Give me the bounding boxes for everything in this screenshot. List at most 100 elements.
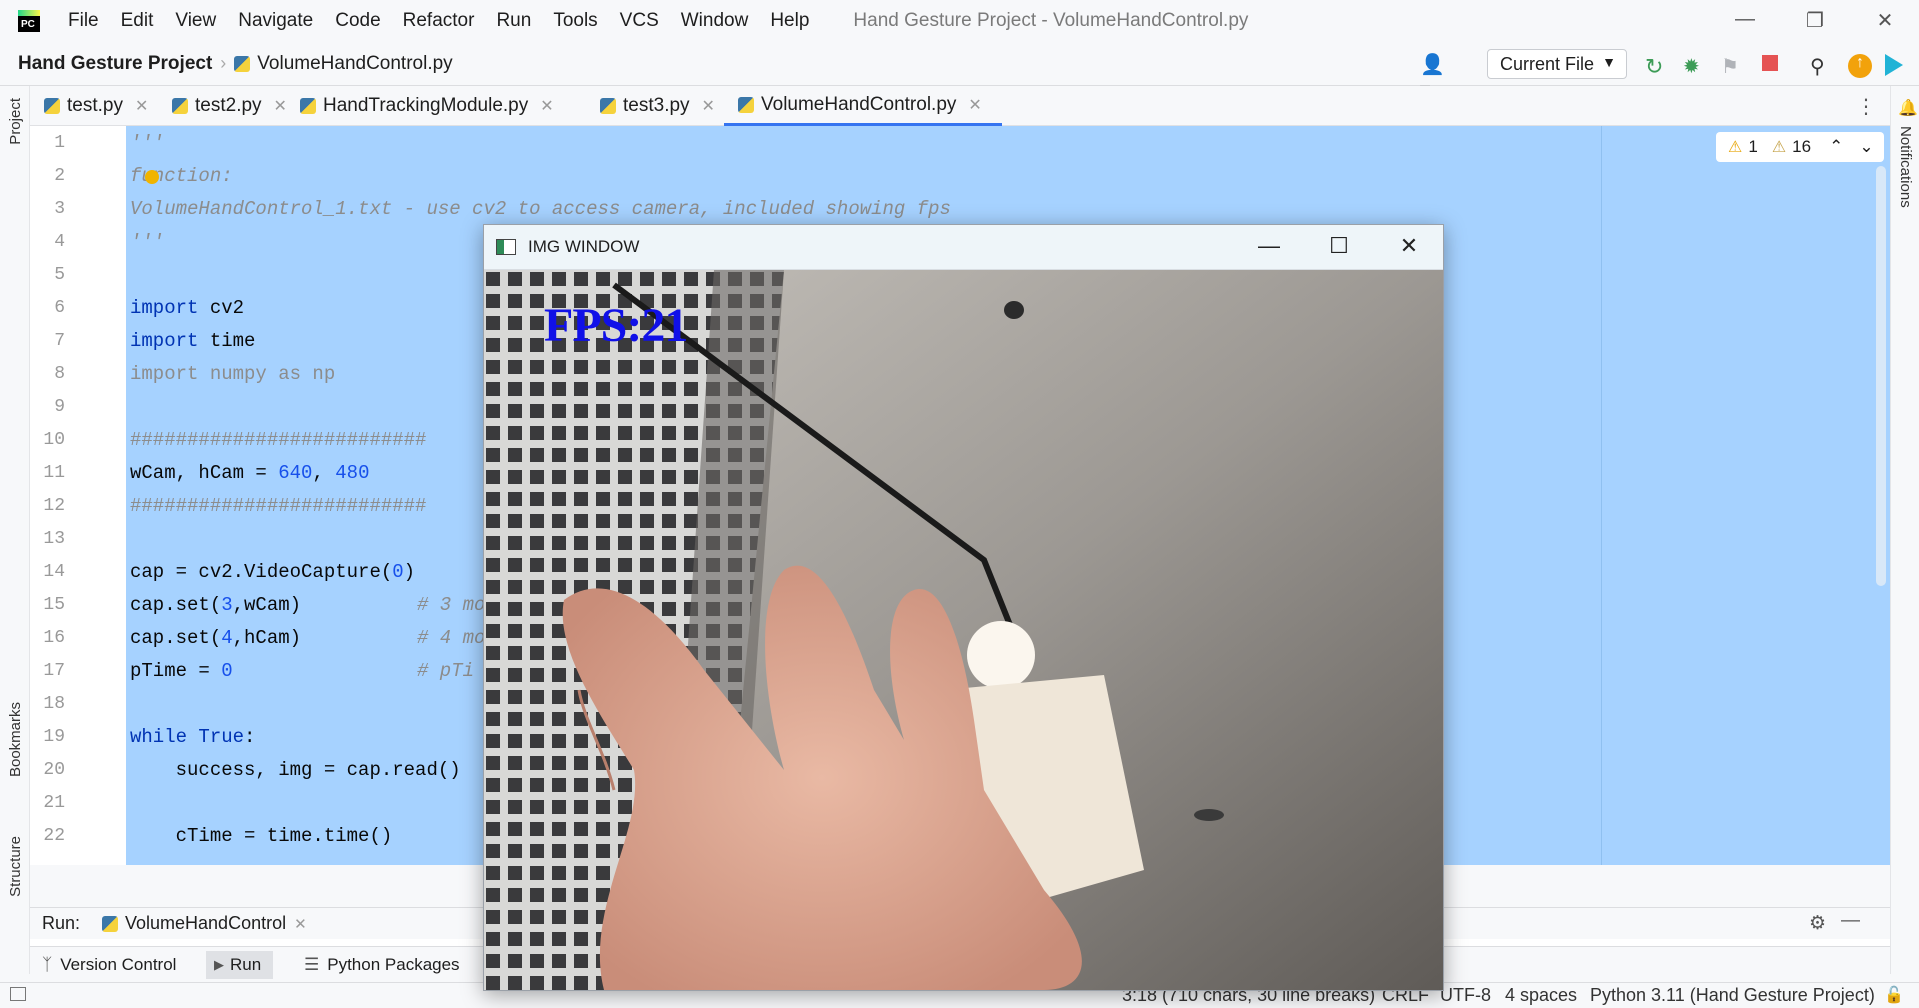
inspections-widget[interactable]: ⚠ 1 ⚠ 16 ⌃ ⌄ <box>1716 132 1884 162</box>
editor-tab-bar: test.py ✕ test2.py ✕ HandTrackingModule.… <box>30 86 1890 126</box>
code-line: VolumeHandControl_1.txt - use cv2 to acc… <box>130 198 951 220</box>
toggle-tool-windows-icon[interactable] <box>10 987 26 1001</box>
fps-overlay: FPS:21 <box>544 299 688 352</box>
more-options-icon[interactable]: ⋮ <box>1856 94 1876 119</box>
weak-warning-count: 16 <box>1792 137 1812 156</box>
indent-setting[interactable]: 4 spaces <box>1505 985 1577 1006</box>
line-number: 13 <box>43 529 65 549</box>
gear-icon[interactable]: ⚙ <box>1809 912 1826 935</box>
python-file-icon <box>300 98 316 114</box>
branch-icon: ᛉ <box>42 955 53 974</box>
minimize-icon[interactable]: — <box>1730 8 1760 34</box>
code-line: while True: <box>130 726 255 748</box>
img-window[interactable]: IMG WINDOW — ☐ ✕ FPS:21 <box>483 224 1444 991</box>
chevron-right-icon: › <box>220 53 227 73</box>
code-text: cv2 <box>198 297 245 319</box>
tab-test3-py[interactable]: test3.py ✕ <box>586 86 715 126</box>
number-literal: 480 <box>335 462 370 484</box>
line-number: 4 <box>54 232 65 252</box>
menu-navigate[interactable]: Navigate <box>238 10 313 32</box>
close-tab-icon[interactable]: ✕ <box>135 96 148 116</box>
menu-refactor[interactable]: Refactor <box>403 10 475 32</box>
code-line: import time <box>130 330 255 352</box>
breadcrumb-file[interactable]: VolumeHandControl.py <box>257 53 452 75</box>
tab-handtrackingmodule-py[interactable]: HandTrackingModule.py ✕ <box>286 86 554 126</box>
tab-test2-py[interactable]: test2.py ✕ <box>158 86 287 126</box>
layers-icon: ☰ <box>304 955 320 974</box>
line-number: 2 <box>54 166 65 186</box>
minimize-icon[interactable]: — <box>1249 233 1289 263</box>
line-number: 8 <box>54 364 65 384</box>
next-highlight-icon[interactable]: ⌄ <box>1859 137 1873 157</box>
number-literal: 0 <box>392 561 404 583</box>
menu-view[interactable]: View <box>175 10 216 32</box>
close-tab-icon[interactable]: ✕ <box>540 96 553 116</box>
close-tab-icon[interactable]: ✕ <box>274 96 287 116</box>
menu-window[interactable]: Window <box>681 10 749 32</box>
run-config-select[interactable]: Current File ▼ <box>1487 49 1627 79</box>
img-window-titlebar[interactable]: IMG WINDOW — ☐ ✕ <box>484 225 1443 270</box>
menu-run[interactable]: Run <box>496 10 531 32</box>
close-tab-icon[interactable]: ✕ <box>702 96 715 116</box>
tab-test-py[interactable]: test.py ✕ <box>30 86 148 126</box>
pycharm-logo-icon[interactable]: PC <box>18 10 40 32</box>
run-tab[interactable]: VolumeHandControl ✕ <box>102 913 307 934</box>
menu-tools[interactable]: Tools <box>553 10 597 32</box>
run-button[interactable]: ▶ Run <box>206 951 274 979</box>
version-control-button[interactable]: ᛉ Version Control <box>34 951 188 979</box>
bell-icon[interactable]: 🔔 <box>1898 98 1918 118</box>
structure-tool-button[interactable]: Structure <box>7 836 24 897</box>
menu-code[interactable]: Code <box>335 10 380 32</box>
intention-bulb-icon[interactable] <box>145 170 159 184</box>
menu-vcs[interactable]: VCS <box>620 10 659 32</box>
hide-icon[interactable]: — <box>1841 910 1860 932</box>
debug-icon[interactable]: ✹ <box>1683 54 1705 78</box>
previous-highlight-icon[interactable]: ⌃ <box>1829 137 1843 157</box>
number-literal: 3 <box>221 594 233 616</box>
python-file-icon <box>600 98 616 114</box>
editor-scrollbar[interactable] <box>1876 166 1886 586</box>
jetbrains-ai-icon[interactable] <box>1885 54 1903 76</box>
menu-edit[interactable]: Edit <box>121 10 154 32</box>
restore-icon[interactable]: ❐ <box>1800 8 1830 34</box>
menu-file[interactable]: File <box>68 10 99 32</box>
code-text: ) <box>403 561 416 583</box>
lock-icon[interactable]: 🔓 <box>1884 985 1904 1005</box>
breadcrumb-project[interactable]: Hand Gesture Project <box>18 53 212 75</box>
tab-volumehandcontrol-py[interactable]: VolumeHandControl.py ✕ <box>724 86 1002 126</box>
editor-right-area <box>1601 126 1890 865</box>
close-icon[interactable]: ✕ <box>1389 233 1429 263</box>
code-line: cap.set(4,hCam) <box>130 627 301 649</box>
user-icon[interactable]: 👤▾ <box>1420 52 1445 101</box>
left-tool-stripe: Project Bookmarks Structure <box>0 86 30 974</box>
close-icon[interactable]: ✕ <box>1870 8 1900 34</box>
search-icon[interactable]: ⚲ <box>1810 54 1832 78</box>
close-tab-icon[interactable]: ✕ <box>294 916 307 933</box>
maximize-icon[interactable]: ☐ <box>1319 233 1359 263</box>
run-button-label: Run <box>230 955 262 974</box>
camera-scene <box>484 270 1443 990</box>
line-number: 5 <box>54 265 65 285</box>
code-text: cap.set( <box>130 627 222 649</box>
python-packages-button[interactable]: ☰ Python Packages <box>296 951 472 979</box>
menu-help[interactable]: Help <box>770 10 809 32</box>
bookmarks-tool-button[interactable]: Bookmarks <box>7 702 24 777</box>
update-icon[interactable]: ↑ <box>1848 54 1872 78</box>
stop-icon[interactable] <box>1762 55 1778 71</box>
run-label: Run: <box>42 913 81 933</box>
close-tab-icon[interactable]: ✕ <box>968 95 981 115</box>
coverage-icon[interactable]: ⚑ <box>1721 54 1743 78</box>
line-number: 18 <box>43 694 65 714</box>
code-text: ,wCam) <box>232 594 302 616</box>
code-line: import cv2 <box>130 297 244 319</box>
notifications-tool-button[interactable]: Notifications <box>1897 126 1914 208</box>
window-title: Hand Gesture Project - VolumeHandControl… <box>853 10 1249 31</box>
file-encoding[interactable]: UTF-8 <box>1440 985 1491 1006</box>
code-line: success, img = cap.read() <box>130 759 461 781</box>
rerun-icon[interactable]: ↻ <box>1645 54 1667 79</box>
project-tool-button[interactable]: Project <box>7 98 24 145</box>
python-interpreter[interactable]: Python 3.11 (Hand Gesture Project) <box>1590 985 1875 1006</box>
navigation-bar: Hand Gesture Project › VolumeHandControl… <box>0 42 1919 101</box>
line-number: 15 <box>43 595 65 615</box>
keyword: while <box>130 726 188 748</box>
